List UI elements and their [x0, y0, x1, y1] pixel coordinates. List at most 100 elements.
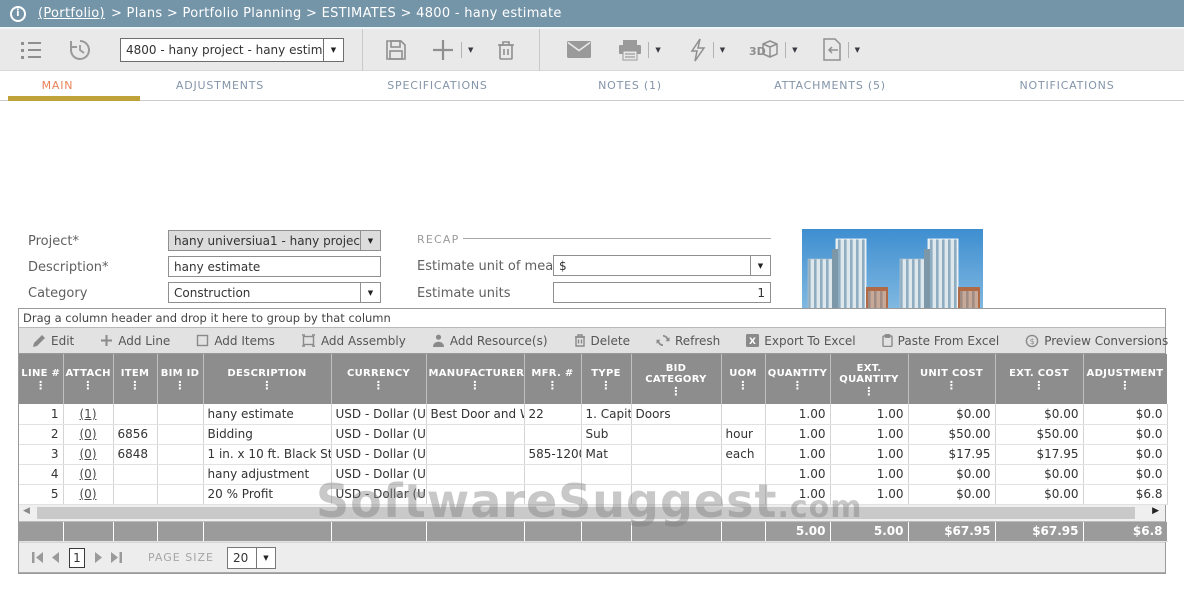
table-row[interactable]: 5(0)20 % ProfitUSD - Dollar (U1.001.00$0…	[19, 484, 1167, 504]
horizontal-scrollbar[interactable]: ◀ ▶	[19, 505, 1165, 522]
chevron-down-icon[interactable]: ▼	[360, 231, 380, 250]
column-header-attach[interactable]: ATTACH⋮	[63, 354, 113, 404]
table-row[interactable]: 2(0)6856BiddingUSD - Dollar (USubhour1.0…	[19, 424, 1167, 444]
last-page-icon[interactable]	[109, 551, 123, 564]
current-page[interactable]: 1	[69, 548, 85, 568]
tab-specifications[interactable]: SPECIFICATIONS	[325, 71, 550, 100]
project-dropdown[interactable]: hany universiua1 - hany project ▼	[168, 230, 381, 251]
chevron-down-icon[interactable]: ▼	[750, 256, 770, 275]
column-menu-icon[interactable]: ⋮	[1086, 382, 1165, 390]
chevron-down-icon[interactable]: ▼	[720, 46, 725, 54]
column-menu-icon[interactable]: ⋮	[160, 382, 201, 390]
chevron-down-icon[interactable]: ▼	[468, 46, 473, 54]
attachments-link[interactable]: (0)	[63, 424, 113, 444]
next-page-icon[interactable]	[93, 551, 104, 564]
info-icon[interactable]: i	[10, 6, 26, 22]
page-size-select[interactable]: 20 ▼	[227, 547, 276, 569]
tab-main[interactable]: MAIN	[0, 71, 115, 100]
column-header-ext-cost[interactable]: EXT. COST⋮	[995, 354, 1083, 404]
column-header-type[interactable]: TYPE⋮	[581, 354, 631, 404]
column-menu-icon[interactable]: ⋮	[206, 382, 329, 390]
tab-notes-1[interactable]: NOTES (1)	[550, 71, 710, 100]
add-line-button[interactable]: Add Line	[87, 328, 183, 353]
prev-page-icon[interactable]	[50, 551, 61, 564]
scroll-right-icon[interactable]: ▶	[1152, 506, 1159, 516]
chevron-down-icon[interactable]: ▼	[323, 39, 343, 61]
chevron-down-icon[interactable]: ▼	[792, 46, 797, 54]
column-header-bim-id[interactable]: BIM ID⋮	[157, 354, 203, 404]
export-to-excel-button[interactable]: XExport To Excel	[733, 328, 868, 353]
menu-list-icon[interactable]	[20, 39, 44, 61]
add-resource-s-button[interactable]: Add Resource(s)	[419, 328, 561, 353]
table-cell	[426, 464, 524, 484]
total-cell	[113, 522, 157, 542]
save-icon[interactable]	[385, 39, 407, 61]
column-menu-icon[interactable]: ⋮	[911, 382, 993, 390]
delete-button[interactable]: Delete	[561, 328, 643, 353]
total-cell: $67.95	[908, 522, 995, 542]
history-icon[interactable]	[68, 38, 92, 62]
preview-conversions-button[interactable]: $Preview Conversions	[1012, 328, 1181, 353]
column-header-uom[interactable]: UOM⋮	[721, 354, 765, 404]
group-by-bar[interactable]: Drag a column header and drop it here to…	[19, 309, 1165, 328]
add-icon[interactable]	[431, 38, 455, 62]
category-dropdown[interactable]: Construction ▼	[168, 282, 381, 303]
column-header-manufacturer[interactable]: MANUFACTURER⋮	[426, 354, 524, 404]
table-row[interactable]: 3(0)68481 in. x 10 ft. Black SteelUSD - …	[19, 444, 1167, 464]
export-icon[interactable]	[822, 38, 842, 61]
edit-button[interactable]: Edit	[19, 328, 87, 353]
column-menu-icon[interactable]: ⋮	[584, 382, 629, 390]
table-row[interactable]: 4(0)hany adjustmentUSD - Dollar (U1.001.…	[19, 464, 1167, 484]
delete-icon[interactable]	[495, 39, 517, 61]
column-menu-icon[interactable]: ⋮	[334, 382, 424, 390]
scroll-left-icon[interactable]: ◀	[23, 506, 30, 516]
column-menu-icon[interactable]: ⋮	[768, 382, 828, 390]
column-menu-icon[interactable]: ⋮	[724, 382, 763, 390]
attachments-link[interactable]: (1)	[63, 404, 113, 424]
uom-dropdown[interactable]: $ ▼	[553, 255, 771, 276]
chevron-down-icon[interactable]: ▼	[855, 46, 860, 54]
column-menu-icon[interactable]: ⋮	[527, 382, 579, 390]
column-header-ext-quantity[interactable]: EXT. QUANTITY⋮	[830, 354, 908, 404]
column-header-bid-category[interactable]: BID CATEGORY⋮	[631, 354, 721, 404]
paste-from-excel-button[interactable]: Paste From Excel	[869, 328, 1013, 353]
scrollbar-thumb[interactable]	[37, 507, 1135, 519]
table-row[interactable]: 1(1)hany estimateUSD - Dollar (UBest Doo…	[19, 404, 1167, 424]
column-menu-icon[interactable]: ⋮	[116, 382, 155, 390]
chevron-down-icon[interactable]: ▼	[655, 46, 660, 54]
column-header-description[interactable]: DESCRIPTION⋮	[203, 354, 331, 404]
lightning-icon[interactable]	[689, 38, 707, 62]
column-menu-icon[interactable]: ⋮	[998, 382, 1081, 390]
column-menu-icon[interactable]: ⋮	[634, 388, 719, 396]
add-items-button[interactable]: Add Items	[183, 328, 288, 353]
column-menu-icon[interactable]: ⋮	[21, 382, 61, 390]
column-menu-icon[interactable]: ⋮	[66, 382, 111, 390]
estimate-units-field[interactable]	[553, 282, 771, 303]
refresh-button[interactable]: Refresh	[643, 328, 733, 353]
column-header-quantity[interactable]: QUANTITY⋮	[765, 354, 830, 404]
description-field[interactable]	[168, 256, 381, 277]
column-header-line[interactable]: LINE #⋮	[19, 354, 63, 404]
add-assembly-button[interactable]: Add Assembly	[288, 328, 419, 353]
breadcrumb-portfolio-link[interactable]: (Portfolio)	[38, 6, 105, 21]
print-icon[interactable]	[618, 39, 642, 61]
column-header-item[interactable]: ITEM⋮	[113, 354, 157, 404]
column-menu-icon[interactable]: ⋮	[833, 388, 906, 396]
3d-icon[interactable]: 3D	[749, 38, 779, 62]
column-header-currency[interactable]: CURRENCY⋮	[331, 354, 426, 404]
attachments-link[interactable]: (0)	[63, 464, 113, 484]
record-selector[interactable]: 4800 - hany project - hany estimate ▼	[120, 38, 344, 62]
column-menu-icon[interactable]: ⋮	[429, 382, 522, 390]
tab-attachments-5[interactable]: ATTACHMENTS (5)	[710, 71, 950, 100]
chevron-down-icon[interactable]: ▼	[360, 283, 380, 302]
attachments-link[interactable]: (0)	[63, 484, 113, 504]
mail-icon[interactable]	[566, 40, 592, 59]
attachments-link[interactable]: (0)	[63, 444, 113, 464]
column-header-mfr[interactable]: MFR. #⋮	[524, 354, 581, 404]
tab-adjustments[interactable]: ADJUSTMENTS	[115, 71, 325, 100]
tab-notifications[interactable]: NOTIFICATIONS	[950, 71, 1184, 100]
column-header-unit-cost[interactable]: UNIT COST⋮	[908, 354, 995, 404]
column-header-adjustment[interactable]: ADJUSTMENT⋮	[1083, 354, 1167, 404]
chevron-down-icon[interactable]: ▼	[256, 548, 275, 568]
first-page-icon[interactable]	[31, 551, 45, 564]
